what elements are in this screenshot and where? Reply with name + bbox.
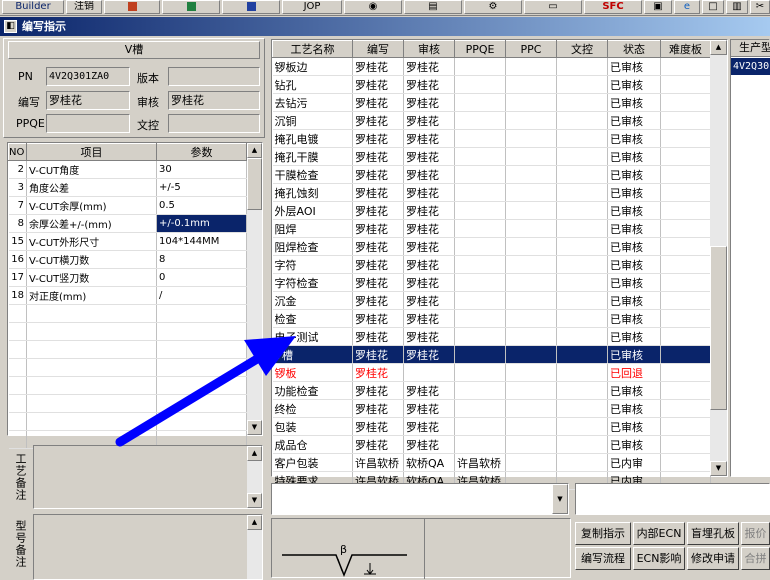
annotation-arrow-icon [115, 336, 296, 447]
